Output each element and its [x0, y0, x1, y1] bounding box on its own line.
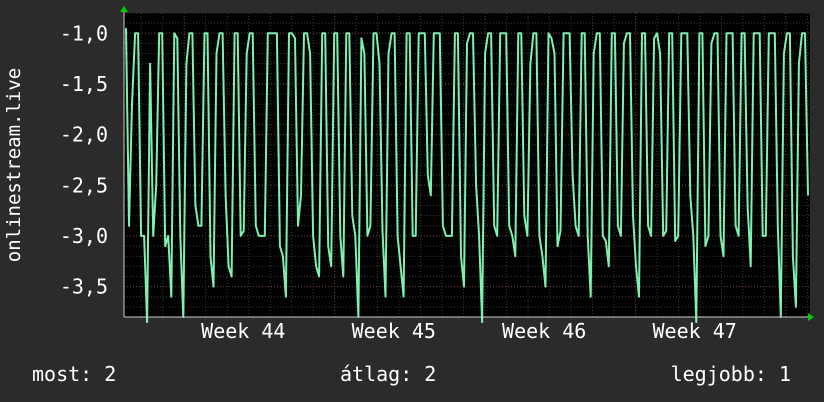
x-axis: Week 44 Week 45 Week 46 Week 47 [201, 319, 737, 343]
y-tick-label: -1,5 [60, 72, 108, 96]
y-tick-label: -2,5 [60, 173, 108, 197]
x-tick-label: Week 45 [352, 319, 436, 343]
y-tick-label: -3,0 [60, 224, 108, 248]
x-axis-arrow-icon [808, 313, 814, 321]
y-axis-arrow-icon [120, 6, 128, 12]
stat-current: most: 2 [32, 362, 117, 386]
x-tick-label: Week 47 [652, 319, 736, 343]
x-tick-label: Week 44 [201, 319, 285, 343]
x-tick-label: Week 46 [502, 319, 586, 343]
y-tick-label: -3,5 [60, 275, 108, 299]
y-tick-label: -2,0 [60, 123, 108, 147]
stat-best: legjobb: 1 [670, 362, 791, 386]
y-axis: -1,0 -1,5 -2,0 -2,5 -3,0 -3,5 [60, 21, 108, 298]
y-axis-title: onlinestream.live [3, 68, 25, 262]
chart: -1,0-1,5-2,0-2,5-3,0-3,5 Week 44 Week 45 W… [3, 6, 814, 343]
stat-average: átlag: 2 [340, 362, 437, 386]
y-tick-label: -1,0 [60, 21, 108, 45]
